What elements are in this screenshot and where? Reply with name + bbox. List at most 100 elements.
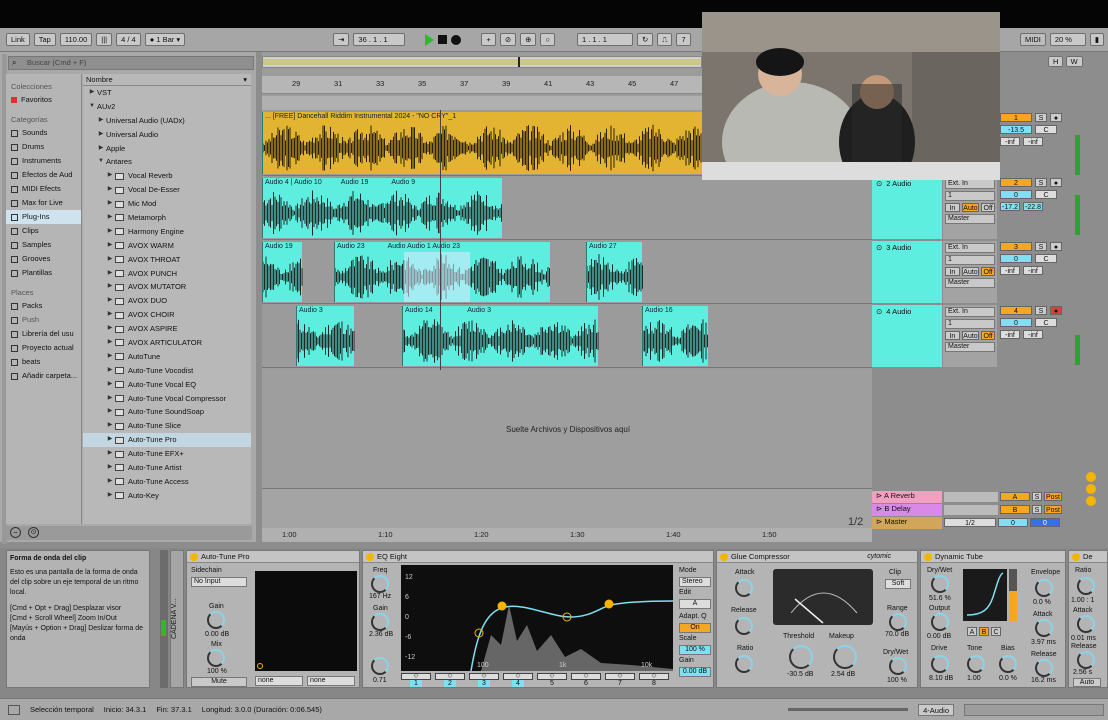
arm-button[interactable]: ● [1050, 113, 1062, 122]
category-item[interactable]: MIDI Efects [6, 182, 81, 196]
dynamic-tube-device[interactable]: Dynamic Tube Dry/Wet 51.6 % Output 0.00 … [920, 550, 1066, 688]
power-icon[interactable] [924, 553, 932, 561]
play-icon[interactable] [425, 33, 435, 46]
param-select-2[interactable]: none [307, 676, 355, 686]
eq-band-selector[interactable]: ◇ 8 [639, 673, 669, 687]
tree-item[interactable]: ▶ Auto-Tune Artist [83, 461, 251, 475]
chevron-right-icon[interactable]: ▶ [105, 489, 115, 503]
eq-band-selector[interactable]: ◇ 7 [605, 673, 635, 687]
tree-item[interactable]: ▶ Harmony Engine [83, 225, 251, 239]
output-gain-field[interactable]: 0.00 dB [679, 667, 711, 677]
output-knob[interactable] [931, 613, 949, 631]
pan-field[interactable]: C [1035, 125, 1057, 134]
audio-clip[interactable]: Audio 16 [642, 306, 708, 366]
master-volume[interactable]: 0 [998, 518, 1028, 527]
audio-clip[interactable]: Audio 27 [586, 242, 643, 302]
monitor-off[interactable]: Off [981, 203, 995, 212]
solo-button[interactable]: S [1035, 242, 1047, 251]
audio-clip[interactable]: Audio 4 | Audio 10 Audio 19 Audio 9 [262, 178, 502, 238]
power-icon[interactable] [190, 553, 198, 561]
adaptive-q-toggle[interactable]: On [679, 623, 711, 633]
tree-item[interactable]: ▶ Universal Audio (UADx) [83, 114, 251, 128]
chevron-right-icon[interactable]: ▶ [105, 433, 115, 447]
track-lane-3[interactable]: Audio 19 Audio 23 Audio Audio 1 Audio 23… [262, 240, 872, 304]
monitor-in[interactable]: In [945, 331, 960, 340]
chevron-right-icon[interactable]: ▶ [105, 183, 115, 197]
master-track[interactable]: ⊳ Master 1/2 0 0 [872, 516, 1080, 529]
category-item[interactable]: Efectos de Aud [6, 168, 81, 182]
place-item[interactable]: beats [6, 355, 81, 369]
time-ruler[interactable]: 1:00 1:10 1:20 1:30 1:40 1:50 [262, 528, 872, 542]
input-type-select[interactable]: Ext. In [945, 307, 995, 317]
category-item[interactable]: Instruments [6, 154, 81, 168]
return-track-a[interactable]: ⊳ A Reverb A S Post [872, 490, 1080, 503]
track-activator[interactable]: 1 [1000, 113, 1032, 122]
eq-display[interactable]: 12 6 0 -6 -12 100 1k 10k [401, 565, 674, 672]
volume-field[interactable]: 0 [1000, 254, 1032, 263]
tree-item[interactable]: ▶ Vocal Reverb [83, 169, 251, 183]
quantize-dropdown[interactable]: ● 1 Bar ▾ [144, 33, 186, 46]
loop-start-field[interactable]: 1 . 1 . 1 [576, 33, 633, 46]
chevron-right-icon[interactable]: ▶ [105, 211, 115, 225]
input-channel-select[interactable]: 1 [945, 191, 995, 201]
tree-item[interactable]: ▼ Antares [83, 155, 251, 169]
volume-field[interactable]: -13.5 [1000, 125, 1032, 134]
tap-button[interactable]: Tap [33, 33, 56, 46]
chevron-down-icon[interactable]: ▼ [87, 100, 97, 114]
output-select[interactable]: Master [945, 278, 995, 288]
solo-button[interactable]: S [1035, 113, 1047, 122]
tree-item[interactable]: ▼ AUv2 [83, 100, 251, 114]
scale-field[interactable]: 100 % [679, 645, 711, 655]
audio-clip[interactable]: ... [FREE] Dancehall Riddim Instrumental… [262, 112, 703, 174]
chevron-right-icon[interactable]: ▶ [105, 461, 115, 475]
edit-select[interactable]: A [679, 599, 711, 609]
tube-mode-c[interactable]: C [991, 627, 1001, 636]
eq-band-selector[interactable]: ◇ 2 [435, 673, 465, 687]
eq-eight-device[interactable]: EQ Eight Freq 167 Hz Gain 2.36 dB 0.71 1… [362, 550, 714, 688]
eq-band-handle[interactable] [497, 601, 507, 611]
category-item[interactable]: Plantillas [6, 266, 81, 280]
release-knob[interactable] [1077, 651, 1095, 669]
session-record-icon[interactable]: ○ [540, 33, 555, 46]
envelope-knob[interactable] [1035, 579, 1053, 597]
drop-zone[interactable]: Suelte Archivos y Dispositivos aquí [262, 370, 872, 488]
attack-knob[interactable] [1035, 619, 1053, 637]
track-activator[interactable]: 4 [1000, 306, 1032, 315]
place-item[interactable]: Packs [6, 299, 81, 313]
track-activator[interactable]: 2 [1000, 178, 1032, 187]
chevron-right-icon[interactable]: ▶ [105, 378, 115, 392]
category-item[interactable]: Max for Live [6, 196, 81, 210]
chevron-right-icon[interactable]: ▶ [105, 225, 115, 239]
filter-shape-icon[interactable]: ◇ [401, 673, 431, 680]
solo-button[interactable]: S [1032, 492, 1042, 501]
eq-band-handle[interactable] [604, 599, 614, 609]
autotune-device[interactable]: Auto-Tune Pro Sidechain No Input Gain 0.… [186, 550, 360, 688]
input-channel-select[interactable]: 1 [945, 319, 995, 329]
monitor-auto[interactable]: Auto [961, 267, 980, 276]
sidechain-input-select[interactable]: No Input [191, 577, 247, 587]
pre-post-toggle[interactable]: Post [1044, 492, 1062, 501]
chevron-right-icon[interactable]: ▶ [105, 350, 115, 364]
tree-item[interactable]: ▶ Auto-Tune Vocodist [83, 364, 251, 378]
tree-item[interactable]: ▶ Auto-Tune EFX+ [83, 447, 251, 461]
scroll-icon[interactable] [1086, 472, 1096, 482]
monitor-in[interactable]: In [945, 267, 960, 276]
device-header[interactable]: EQ Eight [363, 551, 713, 563]
drive-knob[interactable] [931, 655, 949, 673]
chevron-right-icon[interactable]: ▶ [105, 447, 115, 461]
automation-arm-icon[interactable]: ⊘ [499, 33, 517, 46]
release-knob[interactable] [1035, 659, 1053, 677]
drywet-knob[interactable] [931, 575, 949, 593]
chevron-right-icon[interactable]: ▶ [105, 253, 115, 267]
release-knob[interactable] [735, 617, 753, 635]
q-knob[interactable] [371, 657, 389, 675]
tree-item[interactable]: ▶ Auto-Tune SoundSoap [83, 405, 251, 419]
pre-post-toggle[interactable]: Post [1044, 505, 1062, 514]
tree-item[interactable]: ▶ AVOX WARM [83, 239, 251, 253]
soft-clip-toggle[interactable]: Soft [885, 579, 911, 589]
tree-item[interactable]: ▶ Metamorph [83, 211, 251, 225]
chevron-right-icon[interactable]: ▶ [96, 128, 106, 142]
tree-item[interactable]: ▶ AVOX MUTATOR [83, 280, 251, 294]
tree-item[interactable]: ▶ AVOX THROAT [83, 253, 251, 267]
input-channel-select[interactable]: 1 [945, 255, 995, 265]
